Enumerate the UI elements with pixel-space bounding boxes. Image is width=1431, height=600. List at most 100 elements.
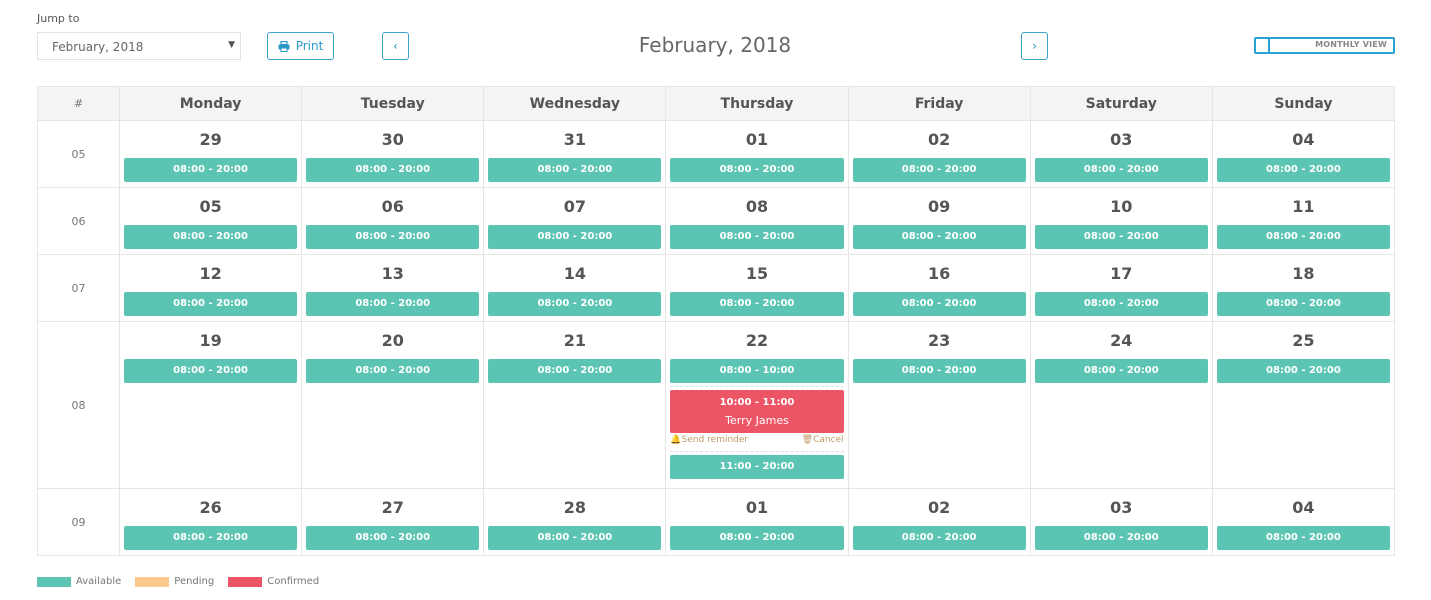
day-cell[interactable]: 27 08:00 - 20:00 xyxy=(301,488,485,556)
available-slot[interactable]: 08:00 - 20:00 xyxy=(1216,359,1390,383)
available-slot[interactable]: 08:00 - 20:00 xyxy=(124,225,298,249)
day-cell[interactable]: 23 08:00 - 20:00 xyxy=(847,321,1031,489)
available-slot[interactable]: 08:00 - 20:00 xyxy=(1034,359,1208,383)
available-slot[interactable]: 08:00 - 20:00 xyxy=(670,526,844,550)
week-row: 06 05 08:00 - 20:00 06 08:00 - 20:00 07 08:00 … xyxy=(37,187,1396,255)
caret-down-icon: ▼ xyxy=(228,40,235,50)
day-cell[interactable]: 21 08:00 - 20:00 xyxy=(483,321,667,489)
available-slot[interactable]: 08:00 - 20:00 xyxy=(670,225,844,249)
print-button[interactable]: Print xyxy=(267,32,334,60)
day-number: 26 xyxy=(199,498,222,517)
jump-to-select[interactable]: February, 2018 ▼ xyxy=(37,32,241,60)
available-slot[interactable]: 08:00 - 20:00 xyxy=(488,292,662,316)
available-slot[interactable]: 08:00 - 20:00 xyxy=(1216,526,1390,550)
week-number: 06 xyxy=(37,187,120,255)
available-slot[interactable]: 08:00 - 20:00 xyxy=(1034,292,1208,316)
monthly-view-toggle[interactable]: MONTHLY VIEW xyxy=(1254,37,1395,54)
day-cell[interactable]: 02 08:00 - 20:00 xyxy=(847,120,1031,188)
week-row: 08 19 08:00 - 20:00 20 08:00 - 20:00 21 08:00 … xyxy=(37,321,1396,489)
day-number: 17 xyxy=(1110,264,1133,283)
available-slot[interactable]: 08:00 - 20:00 xyxy=(488,225,662,249)
available-slot[interactable]: 08:00 - 20:00 xyxy=(124,158,298,182)
slot-time: 11:00 - 20:00 xyxy=(719,461,795,472)
chevron-right-icon: › xyxy=(1032,39,1037,53)
available-slot[interactable]: 08:00 - 20:00 xyxy=(1034,158,1208,182)
day-cell[interactable]: 22 08:00 - 10:00 10:00 - 11:00 Terry James 🔔… xyxy=(665,321,849,489)
day-cell[interactable]: 12 08:00 - 20:00 xyxy=(118,254,303,322)
day-cell[interactable]: 02 08:00 - 20:00 xyxy=(847,488,1031,556)
available-slot[interactable]: 08:00 - 20:00 xyxy=(306,292,480,316)
available-slot[interactable]: 08:00 - 20:00 xyxy=(488,359,662,383)
day-number: 15 xyxy=(745,264,769,283)
day-cell[interactable]: 15 08:00 - 20:00 xyxy=(665,254,849,322)
day-cell[interactable]: 04 08:00 - 20:00 xyxy=(1211,120,1396,188)
day-cell[interactable]: 06 08:00 - 20:00 xyxy=(301,187,485,255)
day-cell[interactable]: 11 08:00 - 20:00 xyxy=(1211,187,1396,255)
day-cell[interactable]: 26 08:00 - 20:00 xyxy=(118,488,303,556)
available-slot[interactable]: 08:00 - 20:00 xyxy=(306,359,480,383)
day-cell[interactable]: 04 08:00 - 20:00 xyxy=(1211,488,1396,556)
day-cell[interactable]: 03 08:00 - 20:00 xyxy=(1029,120,1213,188)
available-slot[interactable]: 08:00 - 20:00 xyxy=(1216,225,1390,249)
day-number: 02 xyxy=(928,130,951,149)
available-slot[interactable]: 08:00 - 20:00 xyxy=(306,158,480,182)
legend: Available Pending Confirmed xyxy=(37,576,319,587)
day-cell[interactable]: 03 08:00 - 20:00 xyxy=(1029,488,1213,556)
available-slot[interactable]: 08:00 - 20:00 xyxy=(1034,526,1208,550)
day-number: 25 xyxy=(1292,331,1315,350)
next-month-button[interactable]: › xyxy=(1021,32,1048,60)
available-slot[interactable]: 08:00 - 20:00 xyxy=(852,158,1026,182)
available-slot[interactable]: 08:00 - 20:00 xyxy=(306,225,480,249)
day-cell[interactable]: 08 08:00 - 20:00 xyxy=(665,187,849,255)
day-cell[interactable]: 17 08:00 - 20:00 xyxy=(1029,254,1213,322)
cancel-link[interactable]: 🗑Cancel xyxy=(802,433,844,448)
week-row: 07 12 08:00 - 20:00 13 08:00 - 20:00 14 08:00 … xyxy=(37,254,1396,322)
week-number: 09 xyxy=(37,488,120,556)
day-cell[interactable]: 16 08:00 - 20:00 xyxy=(847,254,1031,322)
day-cell[interactable]: 14 08:00 - 20:00 xyxy=(483,254,667,322)
available-slot[interactable]: 08:00 - 20:00 xyxy=(670,292,844,316)
send-reminder-link[interactable]: 🔔Send reminder xyxy=(670,433,748,448)
day-cell[interactable]: 07 08:00 - 20:00 xyxy=(483,187,667,255)
available-slot[interactable]: 08:00 - 20:00 xyxy=(306,526,480,550)
confirmed-booking[interactable]: 10:00 - 11:00 Terry James xyxy=(670,390,844,433)
day-number: 22 xyxy=(745,331,769,350)
available-slot[interactable]: 08:00 - 20:00 xyxy=(488,158,662,182)
available-slot[interactable]: 08:00 - 20:00 xyxy=(1216,158,1390,182)
available-slot[interactable]: 08:00 - 20:00 xyxy=(1216,292,1390,316)
day-cell[interactable]: 05 08:00 - 20:00 xyxy=(118,187,303,255)
legend-item-pending: Pending xyxy=(135,576,214,587)
available-slot[interactable]: 08:00 - 20:00 xyxy=(488,526,662,550)
day-number: 30 xyxy=(381,130,404,149)
available-slot[interactable]: 11:00 - 20:00 xyxy=(670,455,844,479)
day-cell[interactable]: 25 08:00 - 20:00 xyxy=(1211,321,1396,489)
available-slot[interactable]: 08:00 - 20:00 xyxy=(670,158,844,182)
available-slot[interactable]: 08:00 - 20:00 xyxy=(124,292,298,316)
available-slot[interactable]: 08:00 - 20:00 xyxy=(124,359,298,383)
available-slot[interactable]: 08:00 - 20:00 xyxy=(852,526,1026,550)
day-cell[interactable]: 30 08:00 - 20:00 xyxy=(301,120,485,188)
day-cell[interactable]: 10 08:00 - 20:00 xyxy=(1029,187,1213,255)
toggle-label: MONTHLY VIEW xyxy=(1315,40,1387,49)
day-cell[interactable]: 01 08:00 - 20:00 xyxy=(665,488,849,556)
day-cell[interactable]: 13 08:00 - 20:00 xyxy=(301,254,485,322)
available-slot[interactable]: 08:00 - 20:00 xyxy=(852,225,1026,249)
available-slot[interactable]: 08:00 - 20:00 xyxy=(852,292,1026,316)
available-slot[interactable]: 08:00 - 20:00 xyxy=(1034,225,1208,249)
day-cell[interactable]: 20 08:00 - 20:00 xyxy=(301,321,485,489)
available-slot[interactable]: 08:00 - 10:00 xyxy=(670,359,844,383)
day-cell[interactable]: 09 08:00 - 20:00 xyxy=(847,187,1031,255)
available-slot[interactable]: 08:00 - 20:00 xyxy=(852,359,1026,383)
day-cell[interactable]: 24 08:00 - 20:00 xyxy=(1029,321,1213,489)
available-slot[interactable]: 08:00 - 20:00 xyxy=(124,526,298,550)
week-number: 08 xyxy=(37,321,120,489)
prev-month-button[interactable]: ‹ xyxy=(382,32,409,60)
day-cell[interactable]: 19 08:00 - 20:00 xyxy=(118,321,303,489)
day-cell[interactable]: 01 08:00 - 20:00 xyxy=(665,120,849,188)
day-number: 10 xyxy=(1110,197,1133,216)
day-cell[interactable]: 29 08:00 - 20:00 xyxy=(118,120,303,188)
day-cell[interactable]: 31 08:00 - 20:00 xyxy=(483,120,667,188)
day-cell[interactable]: 28 08:00 - 20:00 xyxy=(483,488,667,556)
day-cell[interactable]: 18 08:00 - 20:00 xyxy=(1211,254,1396,322)
slot-time: 08:00 - 10:00 xyxy=(719,365,795,376)
